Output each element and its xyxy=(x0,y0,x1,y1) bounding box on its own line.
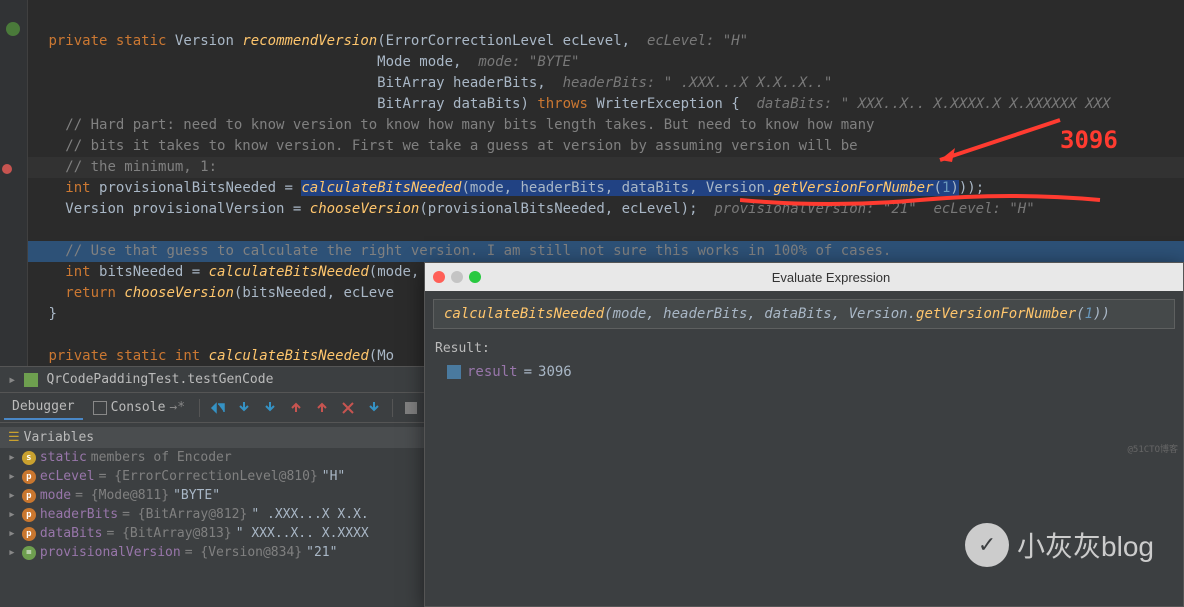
dialog-titlebar[interactable]: Evaluate Expression xyxy=(425,263,1183,291)
dialog-title: Evaluate Expression xyxy=(487,270,1175,285)
code-line-5[interactable]: // Hard part: need to know version to kn… xyxy=(40,117,874,133)
code-line-1[interactable]: private static Version recommendVersion(… xyxy=(40,33,748,49)
force-step-into-icon[interactable] xyxy=(260,398,280,418)
code-line-13[interactable]: } xyxy=(40,306,57,322)
code-line-7[interactable]: // the minimum, 1: xyxy=(40,159,217,175)
run-to-cursor-icon[interactable] xyxy=(338,398,358,418)
divider xyxy=(392,399,393,417)
code-line-2[interactable]: Mode mode, mode: "BYTE" xyxy=(40,54,579,70)
tab-debugger[interactable]: Debugger xyxy=(4,395,83,420)
close-icon[interactable] xyxy=(433,271,445,283)
calculator-icon[interactable] xyxy=(401,398,421,418)
code-line-4[interactable]: BitArray dataBits) throws WriterExceptio… xyxy=(40,96,1111,112)
editor-gutter xyxy=(0,0,28,366)
tab-console[interactable]: Console →* xyxy=(85,396,193,419)
override-gutter-icon[interactable] xyxy=(6,22,20,36)
step-over-icon[interactable] xyxy=(208,398,228,418)
divider xyxy=(199,399,200,417)
test-run-icon xyxy=(24,373,38,387)
wechat-icon: ✓ xyxy=(965,523,1009,567)
watermark: ✓ 小灰灰blog xyxy=(965,523,1154,567)
step-out-icon[interactable] xyxy=(286,398,306,418)
step-into-icon[interactable] xyxy=(234,398,254,418)
drop-frame-icon[interactable] xyxy=(312,398,332,418)
annotation-number: 3096 xyxy=(1060,126,1118,154)
small-watermark: @51CTO博客 xyxy=(1127,442,1178,455)
code-line-3[interactable]: BitArray headerBits, headerBits: " .XXX.… xyxy=(40,75,832,91)
evaluate-expression-icon[interactable] xyxy=(364,398,384,418)
result-type-icon xyxy=(447,365,461,379)
result-row[interactable]: result = 3096 xyxy=(425,360,1183,384)
code-line-14[interactable]: private static int calculateBitsNeeded(M… xyxy=(40,348,394,364)
code-line-12[interactable]: return chooseVersion(bitsNeeded, ecLeve xyxy=(40,285,394,301)
code-line-10[interactable]: // Use that guess to calculate the right… xyxy=(40,243,891,259)
expression-input[interactable]: calculateBitsNeeded(mode, headerBits, da… xyxy=(433,299,1175,329)
minimize-icon[interactable] xyxy=(451,271,463,283)
test-tab-label[interactable]: QrCodePaddingTest.testGenCode xyxy=(46,372,273,387)
code-line-8[interactable]: int provisionalBitsNeeded = calculateBit… xyxy=(40,180,984,196)
console-icon xyxy=(93,401,107,415)
maximize-icon[interactable] xyxy=(469,271,481,283)
code-line-9[interactable]: Version provisionalVersion = chooseVersi… xyxy=(40,201,1035,217)
breakpoint-gutter-icon[interactable] xyxy=(2,164,12,174)
result-label: Result: xyxy=(425,337,1183,360)
code-line-6[interactable]: // bits it takes to know version. First … xyxy=(40,138,858,154)
